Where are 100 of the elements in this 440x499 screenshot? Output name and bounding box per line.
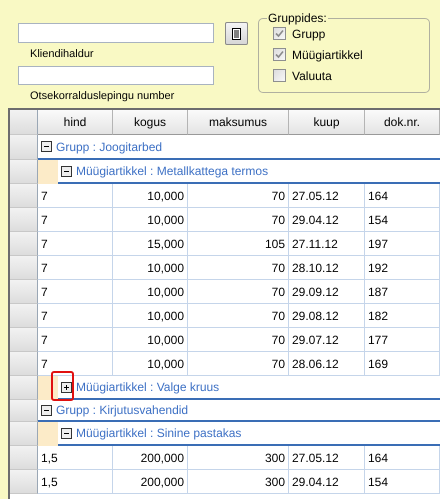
table-cell: 10,000 (113, 328, 188, 352)
group-row[interactable]: Müügiartikkel : Metallkattega termos (58, 160, 440, 184)
group-label: Grupp : Kirjutusvahendid (56, 403, 188, 417)
table-cell: 1,5 (38, 446, 113, 470)
group-label: Müügiartikkel : Valge kruus (76, 380, 220, 394)
row-header (10, 352, 38, 376)
table-cell: 29.04.12 (289, 208, 365, 232)
row-header (10, 446, 38, 470)
group-row[interactable]: Müügiartikkel : Sinine pastakas (58, 422, 440, 446)
field-label: Otsekorralduslepingu number (30, 90, 176, 102)
column-header[interactable]: hind (38, 110, 113, 135)
table-cell: 192 (365, 256, 440, 280)
table-cell: 70 (188, 208, 289, 232)
table-cell: 164 (365, 184, 440, 208)
table-cell: 177 (365, 328, 440, 352)
group-row[interactable]: Müügiartikkel : Valge kruus (58, 376, 440, 400)
row-header (10, 232, 38, 256)
row-header (10, 422, 38, 446)
table-cell: 70 (188, 184, 289, 208)
table-cell: 27.11.12 (289, 232, 365, 256)
table-cell: 197 (365, 232, 440, 256)
table-cell: 29.07.12 (289, 328, 365, 352)
row-header (10, 400, 38, 422)
table-cell: 27.05.12 (289, 446, 365, 470)
row-header (10, 256, 38, 280)
row-header (10, 160, 38, 184)
group-row[interactable]: Grupp : Joogitarbed (38, 135, 440, 160)
row-header (10, 135, 38, 160)
row-header (10, 184, 38, 208)
collapse-icon[interactable] (61, 428, 72, 438)
list-button[interactable] (225, 22, 248, 45)
checkbox-option[interactable]: Valuuta (273, 67, 429, 84)
table-cell: 29.04.12 (289, 470, 365, 494)
table-cell: 164 (365, 446, 440, 470)
checkbox[interactable] (273, 48, 286, 61)
table-cell: 10,000 (113, 280, 188, 304)
group-box-title: Gruppides: (267, 11, 328, 25)
table-cell: 182 (365, 304, 440, 328)
table-cell: 187 (365, 280, 440, 304)
column-header[interactable]: dok.nr. (365, 110, 440, 135)
row-header (10, 110, 38, 135)
table-cell: 28.06.12 (289, 352, 365, 376)
table-cell: 10,000 (113, 352, 188, 376)
document-icon (232, 28, 241, 40)
row-header (10, 376, 38, 400)
expand-icon[interactable] (61, 382, 72, 392)
text-field[interactable] (18, 66, 214, 85)
table-cell: 70 (188, 328, 289, 352)
table-cell: 7 (38, 304, 113, 328)
group-row[interactable]: Grupp : Kirjutusvahendid (38, 400, 440, 422)
table-cell: 200,000 (113, 470, 188, 494)
table-cell: 154 (365, 208, 440, 232)
table-cell: 10,000 (113, 208, 188, 232)
table-cell: 1,5 (38, 470, 113, 494)
checkbox-option[interactable]: Grupp (273, 25, 429, 42)
table-cell: 7 (38, 280, 113, 304)
table-cell: 70 (188, 256, 289, 280)
indent-cell (38, 160, 58, 184)
table-cell: 10,000 (113, 256, 188, 280)
table-cell: 70 (188, 304, 289, 328)
field-label: Kliendihaldur (30, 48, 95, 60)
group-label: Müügiartikkel : Metallkattega termos (76, 164, 268, 178)
row-header (10, 280, 38, 304)
table-cell: 7 (38, 232, 113, 256)
row-header (10, 208, 38, 232)
checkbox[interactable] (273, 69, 286, 82)
group-label: Grupp : Joogitarbed (56, 140, 162, 154)
table-cell: 300 (188, 470, 289, 494)
table-cell: 300 (188, 446, 289, 470)
table-cell: 70 (188, 280, 289, 304)
column-header[interactable]: maksumus (188, 110, 289, 135)
row-header (10, 470, 38, 494)
table-cell: 10,000 (113, 184, 188, 208)
table-cell: 7 (38, 184, 113, 208)
table-cell: 154 (365, 470, 440, 494)
table-cell: 105 (188, 232, 289, 256)
table-cell: 200,000 (113, 446, 188, 470)
indent-cell (38, 422, 58, 446)
table-cell: 27.05.12 (289, 184, 365, 208)
group-label: Müügiartikkel : Sinine pastakas (76, 426, 242, 440)
table-cell: 169 (365, 352, 440, 376)
table-cell: 28.10.12 (289, 256, 365, 280)
collapse-icon[interactable] (61, 166, 72, 176)
table-cell: 29.08.12 (289, 304, 365, 328)
checkbox[interactable] (273, 27, 286, 40)
text-field[interactable] (18, 23, 214, 42)
checkbox-option[interactable]: Müügiartikkel (273, 46, 429, 63)
table-cell: 15,000 (113, 232, 188, 256)
row-header (10, 328, 38, 352)
table-cell: 10,000 (113, 304, 188, 328)
collapse-icon[interactable] (41, 404, 52, 416)
collapse-icon[interactable] (41, 141, 52, 152)
table-cell: 7 (38, 328, 113, 352)
column-header[interactable]: kogus (113, 110, 188, 135)
column-header[interactable]: kuup (289, 110, 365, 135)
table-cell: 7 (38, 208, 113, 232)
table-cell: 70 (188, 352, 289, 376)
row-header (10, 304, 38, 328)
table-cell: 29.09.12 (289, 280, 365, 304)
table-cell: 7 (38, 256, 113, 280)
